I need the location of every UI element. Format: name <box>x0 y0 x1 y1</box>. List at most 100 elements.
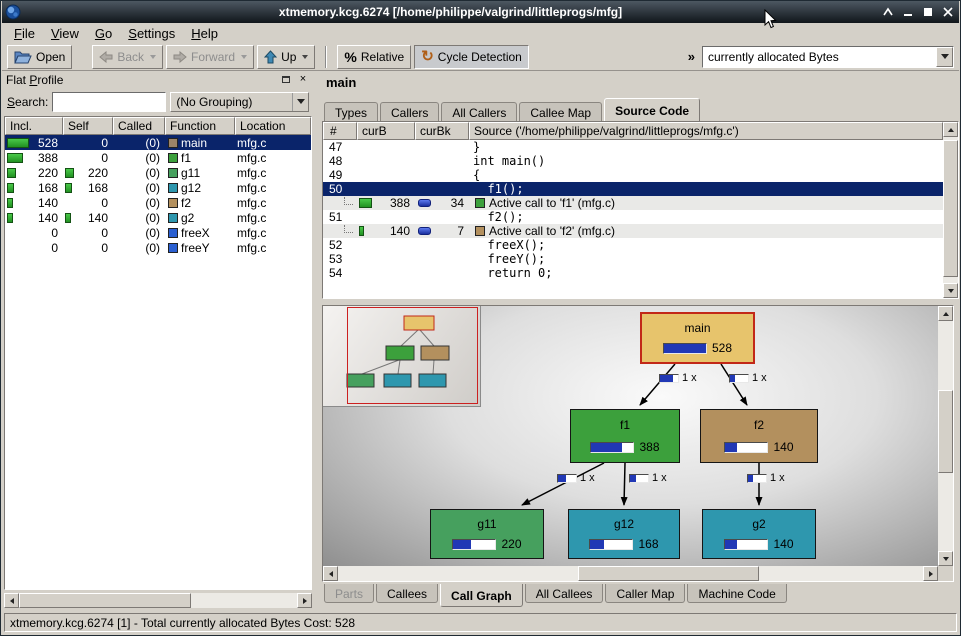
detail-panel: main Types Callers All Callers Callee Ma… <box>318 71 961 613</box>
scroll-down-icon[interactable] <box>943 283 958 298</box>
window-title: xtmemory.kcg.6274 [/home/philippe/valgri… <box>32 5 869 19</box>
column-header-function[interactable]: Function <box>165 117 235 135</box>
scroll-thumb[interactable] <box>578 566 759 581</box>
graph-horizontal-scrollbar[interactable] <box>323 566 938 581</box>
dock-header[interactable]: Flat Profile × <box>2 71 314 88</box>
cost-bar <box>589 539 633 550</box>
scroll-up-icon[interactable] <box>943 122 958 137</box>
call-graph-canvas[interactable]: main 528 f1 388 f2 140 g11 220 g12 168 <box>323 306 938 566</box>
forward-button[interactable]: Forward <box>166 45 254 69</box>
source-call-row-f1[interactable]: 388 34 Active call to 'f1' (mfg.c) <box>323 196 943 210</box>
relative-toggle-button[interactable]: % Relative <box>337 45 411 69</box>
graph-node-main[interactable]: main 528 <box>640 312 755 364</box>
cost-bar <box>359 198 372 208</box>
minimize-icon[interactable] <box>899 4 916 20</box>
function-row-freeY[interactable]: 0 0 (0) freeY mfg.c <box>5 240 311 255</box>
source-line-row[interactable]: 52 freeX(); <box>323 238 943 252</box>
scroll-right-icon[interactable] <box>923 566 938 581</box>
function-row-freeX[interactable]: 0 0 (0) freeX mfg.c <box>5 225 311 240</box>
graph-node-g2[interactable]: g2 140 <box>702 509 816 559</box>
graph-node-g12[interactable]: g12 168 <box>568 509 680 559</box>
tab-callers[interactable]: Callers <box>380 102 439 121</box>
combo-arrow-icon[interactable] <box>936 47 953 67</box>
dock-close-icon[interactable]: × <box>296 73 310 86</box>
scroll-left-icon[interactable] <box>4 593 19 608</box>
menubar: File View Go Settings Help <box>2 23 959 43</box>
cost-bar <box>724 539 768 550</box>
source-line-row-selected[interactable]: 50 f1(); <box>323 182 943 196</box>
tab-parts[interactable]: Parts <box>324 584 374 603</box>
scroll-thumb[interactable] <box>938 390 953 473</box>
search-input[interactable] <box>52 92 166 112</box>
source-line-row[interactable]: 53 freeY(); <box>323 252 943 266</box>
source-line-row[interactable]: 51 f2(); <box>323 210 943 224</box>
tab-caller-map[interactable]: Caller Map <box>605 584 685 603</box>
column-header-curb[interactable]: curB <box>357 122 415 140</box>
scroll-down-icon[interactable] <box>938 551 953 566</box>
column-header-self[interactable]: Self <box>63 117 113 135</box>
maximize-icon[interactable] <box>919 4 936 20</box>
graph-node-g11[interactable]: g11 220 <box>430 509 544 559</box>
graph-node-f2[interactable]: f2 140 <box>700 409 818 463</box>
function-row-g11[interactable]: 220 220 (0) g11 mfg.c <box>5 165 311 180</box>
event-type-select[interactable]: currently allocated Bytes <box>702 46 954 68</box>
column-header-line[interactable]: # <box>323 122 357 140</box>
tab-machine-code[interactable]: Machine Code <box>687 584 786 603</box>
menu-help[interactable]: Help <box>183 24 226 43</box>
tab-callee-map[interactable]: Callee Map <box>519 102 602 121</box>
source-line-row[interactable]: 48 int main() <box>323 154 943 168</box>
menu-settings[interactable]: Settings <box>120 24 183 43</box>
source-view: # curB curBk Source ('/home/philippe/val… <box>322 121 959 299</box>
open-button[interactable]: Open <box>7 45 72 69</box>
grouping-arrow-icon[interactable] <box>292 93 308 111</box>
cycle-detection-toggle-button[interactable]: ↻ Cycle Detection <box>414 45 529 69</box>
grouping-select[interactable]: (No Grouping) <box>170 92 309 112</box>
source-line-row[interactable]: 49 { <box>323 168 943 182</box>
function-color-icon <box>168 153 178 163</box>
column-header-location[interactable]: Location <box>235 117 311 135</box>
scroll-left-icon[interactable] <box>323 566 338 581</box>
tab-callees[interactable]: Callees <box>376 584 438 603</box>
column-header-curbk[interactable]: curBk <box>415 122 469 140</box>
back-button[interactable]: Back <box>92 45 163 69</box>
column-header-called[interactable]: Called <box>113 117 165 135</box>
column-header-source[interactable]: Source ('/home/philippe/valgrind/littlep… <box>469 122 943 140</box>
graph-overview-minimap[interactable] <box>323 306 481 407</box>
function-row-g12[interactable]: 168 168 (0) g12 mfg.c <box>5 180 311 195</box>
tab-call-graph[interactable]: Call Graph <box>440 584 523 607</box>
menu-go[interactable]: Go <box>87 24 120 43</box>
tab-types[interactable]: Types <box>324 102 378 121</box>
tab-source-code[interactable]: Source Code <box>604 98 700 121</box>
source-vertical-scrollbar[interactable] <box>943 122 958 298</box>
graph-vertical-scrollbar[interactable] <box>938 306 953 566</box>
column-header-incl[interactable]: Incl. <box>5 117 63 135</box>
menu-view[interactable]: View <box>43 24 87 43</box>
graph-node-f1[interactable]: f1 388 <box>570 409 680 463</box>
scroll-right-icon[interactable] <box>297 593 312 608</box>
callee-color-icon <box>475 226 485 236</box>
source-line-row[interactable]: 47 } <box>323 140 943 154</box>
flat-profile-horizontal-scrollbar[interactable] <box>4 593 312 608</box>
function-row-f1[interactable]: 388 0 (0) f1 mfg.c <box>5 150 311 165</box>
function-row-g2[interactable]: 140 140 (0) g2 mfg.c <box>5 210 311 225</box>
shade-icon[interactable] <box>879 4 896 20</box>
titlebar[interactable]: xtmemory.kcg.6274 [/home/philippe/valgri… <box>2 1 959 23</box>
tree-branch-icon <box>344 225 353 233</box>
flat-profile-table: Incl. Self Called Function Location 528 … <box>4 116 312 590</box>
dock-float-icon[interactable] <box>279 73 293 86</box>
scroll-thumb[interactable] <box>943 140 958 277</box>
status-message: xtmemory.kcg.6274 [1] - Total currently … <box>4 613 957 632</box>
tab-all-callers[interactable]: All Callers <box>441 102 517 121</box>
scroll-thumb[interactable] <box>19 593 191 608</box>
function-row-main[interactable]: 528 0 (0) main mfg.c <box>5 135 311 150</box>
toolbar-overflow-chevron[interactable]: » <box>684 49 699 64</box>
tab-all-callees[interactable]: All Callees <box>525 584 604 603</box>
function-row-f2[interactable]: 140 0 (0) f2 mfg.c <box>5 195 311 210</box>
source-call-row-f2[interactable]: 140 7 Active call to 'f2' (mfg.c) <box>323 224 943 238</box>
source-line-row[interactable]: 54 return 0; <box>323 266 943 280</box>
menu-file[interactable]: File <box>6 24 43 43</box>
close-icon[interactable] <box>939 4 956 20</box>
scroll-up-icon[interactable] <box>938 306 953 321</box>
statusbar: xtmemory.kcg.6274 [1] - Total currently … <box>2 611 959 634</box>
up-button[interactable]: Up <box>257 45 315 69</box>
